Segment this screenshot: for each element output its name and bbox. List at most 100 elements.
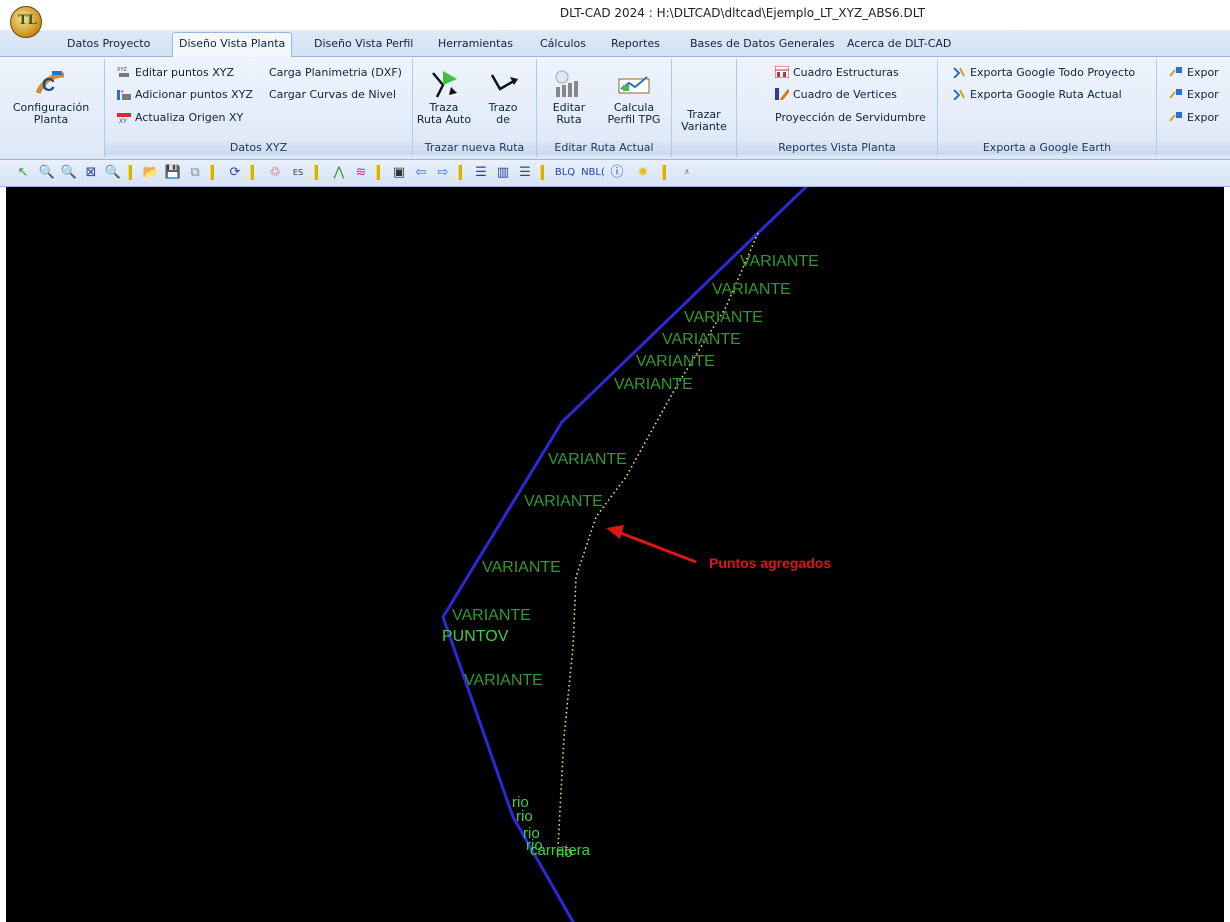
toolbar-separator — [376, 165, 380, 180]
title-bar: TL DLT-CAD 2024 : H:\DLTCAD\dltcad\Ejemp… — [0, 0, 1230, 38]
zoom-previous-icon[interactable]: 🔍 — [104, 164, 122, 182]
configuracion-planta-button[interactable]: C Configuración Planta — [4, 69, 98, 126]
exporta-todo-proyecto-button[interactable]: Exporta Google Todo Proyecto — [952, 65, 1135, 81]
route-draw-icon[interactable]: ⋀ — [330, 164, 348, 182]
variante-label: VARIANTE — [482, 559, 561, 576]
expor-label-1: Expor — [1187, 66, 1219, 79]
xyz-edit-icon: XYZ — [117, 66, 131, 78]
annotation-arrowhead — [606, 525, 624, 539]
toolbar-separator — [210, 165, 214, 180]
table-grid-icon[interactable]: ▥ — [494, 164, 512, 182]
svg-text:XY: XY — [119, 119, 127, 123]
google-group-label: Exporta a Google Earth — [938, 141, 1156, 155]
editar-ruta-button[interactable]: Editar Ruta — [543, 69, 595, 126]
calcula-label-2: Perfil TPG — [607, 113, 661, 126]
adicionar-puntos-xyz-button[interactable]: + Adicionar puntos XYZ — [117, 87, 253, 103]
export-icon — [1169, 66, 1183, 78]
select-tool-icon[interactable]: ↖ — [14, 164, 32, 182]
actualiza-origen-label: Actualiza Origen XY — [135, 111, 244, 124]
ribbon-tab-bar: Datos Proyecto Diseño Vista Planta Diseñ… — [0, 30, 1230, 57]
language-es-en-icon[interactable]: ES EN — [288, 164, 308, 195]
expor-button-1[interactable]: Expor — [1169, 65, 1219, 81]
tab-acerca-de[interactable]: Acerca de DLT-CAD — [847, 33, 951, 55]
configuracion-icon: C — [34, 69, 68, 99]
tab-herramientas[interactable]: Herramientas — [438, 33, 513, 55]
annotation-label: Puntos agregados — [709, 555, 831, 571]
calcula-perfil-icon — [617, 69, 651, 99]
tab-reportes[interactable]: Reportes — [611, 33, 660, 55]
config-label-2: Planta — [33, 113, 69, 126]
nbl-button[interactable]: NBL( — [578, 164, 608, 182]
zoom-window-icon[interactable]: 🔍 — [60, 164, 78, 182]
frame-icon[interactable]: ▣ — [390, 164, 408, 182]
svg-text:+: + — [120, 89, 124, 96]
variante-label: VARIANTE — [548, 451, 627, 468]
traza-ruta-auto-button[interactable]: Traza Ruta Auto — [415, 69, 473, 126]
svg-text:C: C — [42, 75, 55, 95]
refresh-icon[interactable]: ⟳ — [226, 164, 244, 182]
calcula-perfil-tpg-button[interactable]: Calcula Perfil TPG — [601, 69, 667, 126]
tab-datos-proyecto[interactable]: Datos Proyecto — [67, 33, 150, 55]
carretera-label: carretera — [530, 842, 591, 859]
actualiza-origen-xy-button[interactable]: XY Actualiza Origen XY — [117, 110, 243, 126]
drawing-toolbar: ↖ 🔍 🔍 ⊠ 🔍 📂 💾 ⧉ ⟳ ♲ ES EN ⋀ ≋ ▣ ⇦ ⇨ ☰ ▥ … — [0, 160, 1230, 195]
zoom-extents-icon[interactable]: ⊠ — [82, 164, 100, 182]
editar-puntos-label: Editar puntos XYZ — [135, 66, 235, 79]
variante-group-label — [672, 141, 736, 155]
app-logo-icon[interactable]: TL — [10, 6, 42, 38]
cargar-curvas-nivel-button[interactable]: Cargar Curvas de Nivel — [269, 87, 396, 103]
blq-button[interactable]: BLQ — [552, 164, 578, 182]
list-alt-icon[interactable]: ☰ — [516, 164, 534, 182]
layers-icon[interactable]: ⧉ — [186, 164, 204, 182]
cuadro-vertices-label: Cuadro de Vertices — [793, 88, 898, 101]
arrow-right-icon[interactable]: ⇨ — [434, 164, 452, 182]
export-icon — [1169, 111, 1183, 123]
adicionar-puntos-label: Adicionar puntos XYZ — [135, 88, 253, 101]
cuadro-estructuras-label: Cuadro Estructuras — [793, 66, 899, 79]
xyz-add-icon: + — [117, 88, 131, 100]
tab-bases-de-datos[interactable]: Bases de Datos Generales — [690, 33, 835, 55]
info-icon[interactable]: ⓘ — [608, 164, 626, 182]
tab-diseno-vista-perfil[interactable]: Diseño Vista Perfil — [314, 33, 413, 55]
variante-label: VARIANTE — [662, 331, 741, 348]
variante-label: VARIANTE — [740, 253, 819, 270]
contour-icon[interactable]: ≋ — [352, 164, 370, 182]
sun-icon[interactable]: ✹ — [634, 164, 652, 182]
google-earth-icon — [952, 88, 966, 101]
trazar-variante-button[interactable]: Trazar Variante — [674, 109, 734, 133]
tab-calculos[interactable]: Cálculos — [540, 33, 586, 55]
save-icon[interactable]: 💾 — [164, 164, 182, 182]
variante-label: VARIANTE — [452, 607, 531, 624]
toolbar-separator — [250, 165, 254, 180]
cuadro-vertices-button[interactable]: Cuadro de Vertices — [775, 87, 897, 103]
open-folder-icon[interactable]: 📂 — [142, 164, 160, 182]
drawing-canvas[interactable]: VARIANTE VARIANTE VARIANTE VARIANTE VARI… — [6, 187, 1224, 922]
toolbar-separator — [128, 165, 132, 180]
list-icon[interactable]: ☰ — [472, 164, 490, 182]
toolbar-overflow-icon[interactable]: ⩡ — [680, 164, 694, 182]
expor-button-3[interactable]: Expor — [1169, 110, 1219, 126]
group-datos-xyz: XYZ Editar puntos XYZ + Adicionar puntos X… — [105, 59, 413, 157]
zoom-in-icon[interactable]: 🔍 — [38, 164, 56, 182]
datos-xyz-group-label: Datos XYZ — [105, 141, 412, 155]
trazo-de-button[interactable]: Trazo de — [475, 69, 531, 126]
google-earth-icon — [952, 66, 966, 79]
trazar-group-label: Trazar nueva Ruta — [413, 141, 536, 155]
exporta-todo-label: Exporta Google Todo Proyecto — [970, 66, 1136, 79]
editar-ruta-icon — [552, 69, 586, 99]
tab-diseno-vista-planta[interactable]: Diseño Vista Planta — [172, 32, 293, 57]
expor-label-2: Expor — [1187, 88, 1219, 101]
carga-planimetria-button[interactable]: Carga Planimetria (DXF) — [269, 65, 402, 81]
expor-button-2[interactable]: Expor — [1169, 87, 1219, 103]
cuadro-estructuras-button[interactable]: Cuadro Estructuras — [774, 65, 899, 81]
puntov-label: PUNTOV — [442, 628, 509, 645]
editar-puntos-xyz-button[interactable]: XYZ Editar puntos XYZ — [117, 65, 234, 81]
export-icon — [1169, 88, 1183, 100]
exporta-ruta-actual-button[interactable]: Exporta Google Ruta Actual — [952, 87, 1122, 103]
toolbar-separator — [314, 165, 318, 180]
arrow-left-icon[interactable]: ⇦ — [412, 164, 430, 182]
recycle-icon[interactable]: ♲ — [266, 164, 284, 182]
expor-label-3: Expor — [1187, 111, 1219, 124]
variante-label: VARIANTE — [464, 672, 543, 689]
proyeccion-servidumbre-button[interactable]: Proyección de Servidumbre — [775, 110, 926, 126]
